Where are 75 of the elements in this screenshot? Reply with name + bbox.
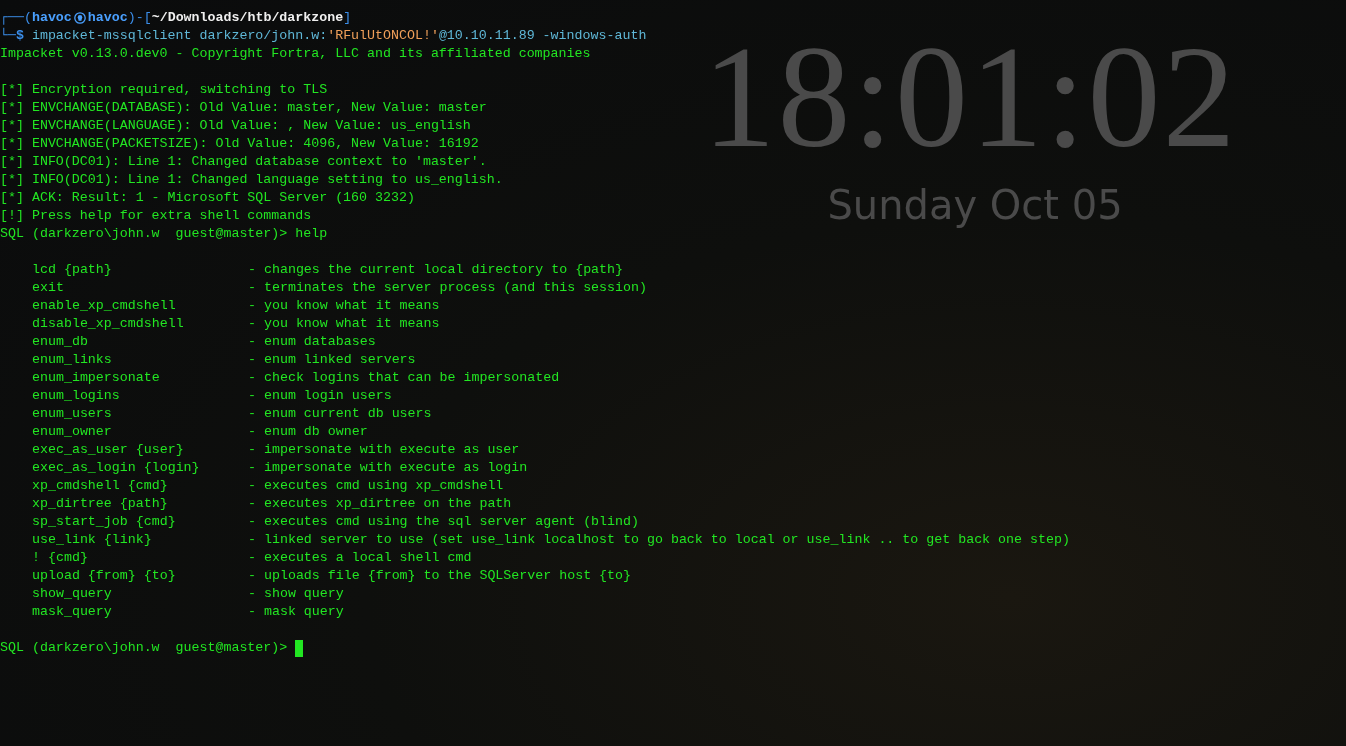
help-description: - show query [248, 585, 344, 603]
prompt-user: havoc [31, 9, 72, 27]
help-command: exec_as_user {user} [32, 441, 185, 459]
help-command: sp_start_job {cmd} [32, 513, 177, 531]
help-command: use_link {link} [32, 531, 153, 549]
skull-circle-icon [73, 12, 86, 24]
prompt-frame: )-[ [127, 9, 152, 27]
prompt-frame: ] [343, 9, 352, 27]
command-text: impacket-mssqlclient darkzero/john.w: [30, 27, 328, 45]
help-description: - enum current db users [248, 405, 432, 423]
help-description: - executes cmd using xp_cmdshell [248, 477, 504, 495]
status-message: INFO(DC01): Line 1: Changed database context to 'master'. [31, 153, 487, 171]
help-description: - you know what it means [248, 315, 440, 333]
help-description: - changes the current local directory to {path} [248, 261, 624, 279]
help-command: enum_owner [32, 423, 113, 441]
status-marker: [!] [0, 207, 24, 225]
help-description: - enum db owner [248, 423, 368, 441]
help-command: show_query [32, 585, 113, 603]
sql-prompt: SQL (darkzero\john.w guest@master)> [0, 639, 288, 657]
help-command: enum_links [32, 351, 113, 369]
status-message: ENVCHANGE(PACKETSIZE): Old Value: 4096, New Value: 16192 [31, 135, 479, 153]
help-command: upload {from} {to} [32, 567, 177, 585]
status-marker: [*] [0, 153, 24, 171]
text-cursor[interactable] [295, 639, 304, 657]
sql-prompt: SQL (darkzero\john.w guest@master)> [0, 225, 288, 243]
status-marker: [*] [0, 81, 24, 99]
command-text: @10.10.11.89 -windows-auth [438, 27, 647, 45]
password-text: 'RFulUtONCOL!' [327, 27, 439, 45]
prompt-path: ~/Downloads/htb/darkzone [151, 9, 344, 27]
help-command: enum_impersonate [32, 369, 161, 387]
status-message: ACK: Result: 1 - Microsoft SQL Server (160 3232) [31, 189, 415, 207]
help-description: - terminates the server process (and this session) [248, 279, 647, 297]
help-description: - linked server to use (set use_link localhost to go back to local or use_link .. to get back one step) [248, 531, 1070, 549]
help-command: xp_cmdshell {cmd} [32, 477, 169, 495]
clock-date: Sunday Oct 05 [827, 181, 1123, 230]
prompt-frame: └─ [0, 27, 16, 45]
help-description: - enum login users [248, 387, 392, 405]
help-description: - enum databases [248, 333, 376, 351]
status-message: ENVCHANGE(DATABASE): Old Value: master, New Value: master [31, 99, 487, 117]
help-description: - executes cmd using the sql server agent (blind) [248, 513, 639, 531]
status-marker: [*] [0, 171, 24, 189]
help-description: - you know what it means [248, 297, 440, 315]
help-command: enum_logins [32, 387, 121, 405]
help-command: disable_xp_cmdshell [32, 315, 185, 333]
help-command: exec_as_login {login} [32, 459, 201, 477]
help-description: - check logins that can be impersonated [248, 369, 560, 387]
status-message: ENVCHANGE(LANGUAGE): Old Value: , New Value: us_english [31, 117, 471, 135]
help-description: - impersonate with execute as login [248, 459, 528, 477]
prompt-user: havoc [87, 9, 128, 27]
status-message: Encryption required, switching to TLS [31, 81, 328, 99]
status-message: INFO(DC01): Line 1: Changed language setting to us_english. [31, 171, 503, 189]
status-marker: [*] [0, 189, 24, 207]
status-marker: [*] [0, 117, 24, 135]
status-marker: [*] [0, 135, 24, 153]
help-description: - executes a local shell cmd [248, 549, 472, 567]
clock-time: 18:01:02 [702, 22, 1238, 172]
banner-text: Impacket v0.13.0.dev0 - Copyright Fortra, LLC and its affiliated companies [0, 45, 591, 63]
help-description: - uploads file {from} to the SQLServer host {to} [248, 567, 631, 585]
prompt-frame: ┌──( [0, 9, 32, 27]
help-command: exit [32, 279, 65, 297]
help-description: - enum linked servers [248, 351, 416, 369]
status-marker: [*] [0, 99, 24, 117]
help-command: enum_db [32, 333, 89, 351]
help-command: lcd {path} [32, 261, 113, 279]
help-description: - impersonate with execute as user [248, 441, 520, 459]
typed-command: help [295, 225, 328, 243]
help-command: xp_dirtree {path} [32, 495, 169, 513]
help-description: - executes xp_dirtree on the path [248, 495, 512, 513]
help-command: enable_xp_cmdshell [32, 297, 177, 315]
status-message: Press help for extra shell commands [31, 207, 312, 225]
help-description: - mask query [248, 603, 344, 621]
help-command: mask_query [32, 603, 113, 621]
help-command: enum_users [32, 405, 113, 423]
help-command: ! {cmd} [32, 549, 89, 567]
prompt-symbol: $ [15, 28, 24, 45]
